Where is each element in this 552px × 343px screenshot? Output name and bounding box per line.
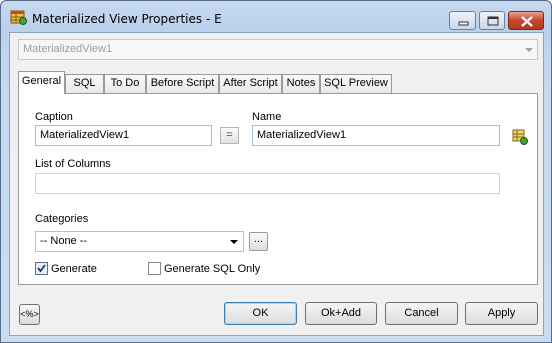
maximize-button[interactable] xyxy=(479,11,505,30)
close-button[interactable] xyxy=(508,11,544,30)
categories-select[interactable]: -- None -- xyxy=(35,231,244,252)
name-label: Name xyxy=(252,111,282,123)
tab-notes[interactable]: Notes xyxy=(282,74,320,93)
general-panel: Caption MaterializedView1 = Name Materia… xyxy=(18,93,538,285)
chevron-down-icon xyxy=(525,48,533,52)
generate-sql-only-label: Generate SQL Only xyxy=(164,263,261,275)
cancel-button[interactable]: Cancel xyxy=(385,302,458,325)
tab-general[interactable]: General xyxy=(18,71,65,94)
chevron-down-icon xyxy=(230,240,238,244)
close-icon xyxy=(521,16,533,27)
sync-name-button[interactable]: = xyxy=(220,127,239,144)
toggle-view-button[interactable]: <%> xyxy=(19,304,40,325)
name-input[interactable]: MaterializedView1 xyxy=(252,125,500,146)
maximize-icon xyxy=(487,16,499,26)
dialog-client: MaterializedView1 General SQL To Do Befo… xyxy=(9,32,544,336)
caption-input[interactable]: MaterializedView1 xyxy=(35,125,212,146)
generate-label: Generate xyxy=(51,263,97,275)
ok-add-button[interactable]: Ok+Add xyxy=(305,302,377,325)
ok-button[interactable]: OK xyxy=(224,302,297,325)
columns-input[interactable] xyxy=(35,173,500,194)
categories-label: Categories xyxy=(35,213,89,225)
columns-label: List of Columns xyxy=(35,158,111,170)
window-title: Materialized View Properties - E xyxy=(32,12,222,26)
tab-sql[interactable]: SQL xyxy=(65,74,104,93)
table-app-icon xyxy=(10,10,27,25)
tab-after-script[interactable]: After Script xyxy=(219,74,282,93)
title-bar[interactable]: Materialized View Properties - E xyxy=(1,1,551,31)
categories-browse-button[interactable]: ... xyxy=(249,232,268,251)
apply-button[interactable]: Apply xyxy=(465,302,538,325)
caption-label: Caption xyxy=(35,111,73,123)
name-options-icon[interactable] xyxy=(512,129,528,145)
categories-value: -- None -- xyxy=(40,235,88,247)
generate-sql-only-checkbox[interactable] xyxy=(148,262,161,275)
tab-to-do[interactable]: To Do xyxy=(104,74,146,93)
minimize-button[interactable] xyxy=(449,11,476,30)
minimize-icon xyxy=(458,21,469,26)
tab-sql-preview[interactable]: SQL Preview xyxy=(320,74,392,93)
checkmark-icon xyxy=(37,264,46,273)
object-selector-value: MaterializedView1 xyxy=(23,43,113,55)
generate-checkbox[interactable] xyxy=(35,262,48,275)
tab-before-script[interactable]: Before Script xyxy=(146,74,219,93)
object-selector[interactable]: MaterializedView1 xyxy=(18,39,538,60)
properties-dialog: Materialized View Properties - E Materia… xyxy=(0,0,552,343)
